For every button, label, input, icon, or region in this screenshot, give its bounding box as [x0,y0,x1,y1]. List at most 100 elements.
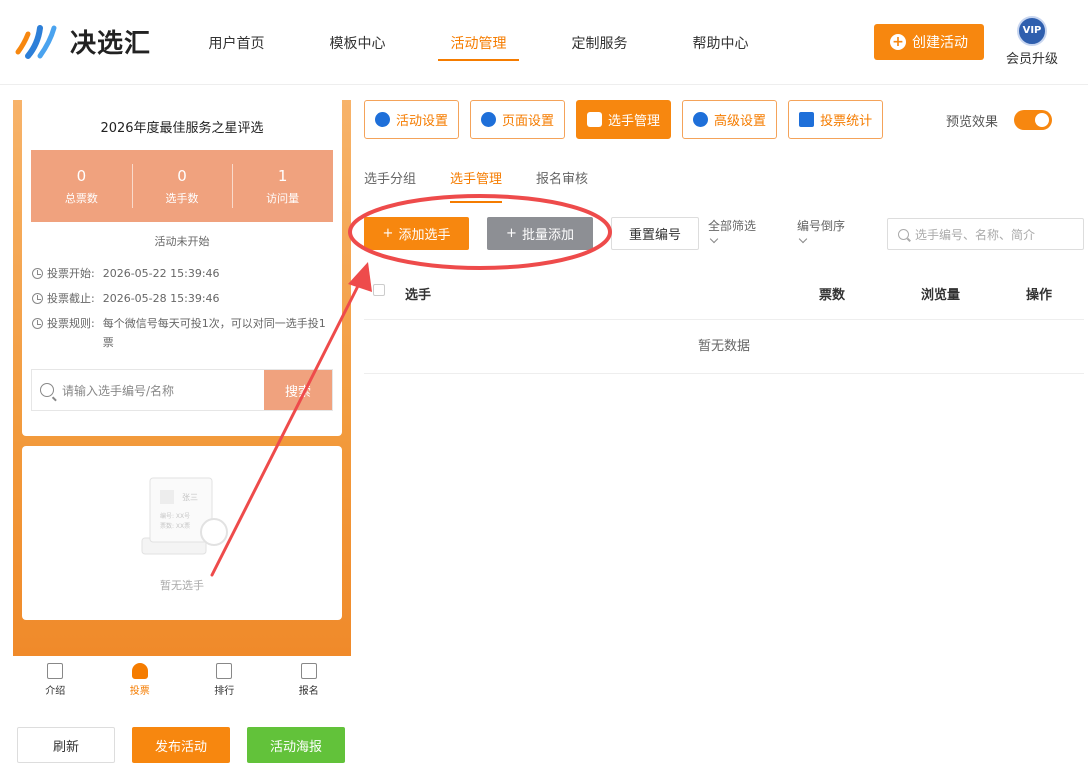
sort-dropdown[interactable]: 编号倒序 [797,219,846,244]
stat-total-votes: 0 总票数 [31,150,132,222]
mobile-tab-vote[interactable]: 投票 [98,656,183,704]
stat-contestants: 0 选手数 [131,150,233,222]
mobile-tab-label: 报名 [298,686,319,697]
stat-value: 0 [177,166,187,185]
stat-label: 总票数 [64,191,98,205]
vote-rule-row: 投票规则: 每个微信号每天可投1次，可以对同一选手投1票 [32,314,330,352]
tab-label: 投票统计 [820,114,873,129]
subtab-contestants[interactable]: 选手管理 [450,168,503,203]
column-votes: 票数 [819,288,846,303]
tab-contestant-management[interactable]: 选手管理 [576,100,672,139]
mobile-tab-intro[interactable]: 介绍 [13,656,98,704]
nav-activity-management[interactable]: 活动管理 [418,0,539,85]
mobile-tab-label: 排行 [214,686,235,697]
create-activity-label: 创建活动 [912,35,968,51]
signup-icon [300,663,317,679]
search-placeholder: 请输入选手编号/名称 [62,383,175,398]
preview-toggle[interactable] [1014,110,1053,130]
stat-label: 访问量 [266,191,300,205]
vip-badge-icon: VIP [1017,16,1047,46]
bar-chart-icon [216,663,233,679]
tab-vote-statistics[interactable]: 投票统计 [788,100,884,139]
vip-upgrade-label: 会员升级 [1005,52,1058,67]
info-key: 投票规则: [47,317,95,330]
activity-status: 活动未开始 [154,235,210,248]
preview-effect-label: 预览效果 [946,114,999,130]
table-empty-state: 暂无数据 [364,320,1084,374]
logo[interactable]: 决选汇 [14,22,151,60]
mobile-tab-label: 投票 [129,686,150,697]
activity-title: 2026年度最佳服务之星评选 [100,121,264,136]
search-icon [898,228,909,240]
contestant-search-input[interactable]: 请输入选手编号/名称 [32,370,264,410]
search-button[interactable]: 搜索 [264,370,332,410]
batch-add-button[interactable]: + 批量添加 [487,217,593,250]
reset-numbers-button[interactable]: 重置编号 [611,217,699,250]
sort-label: 编号倒序 [797,219,846,233]
tab-label: 选手管理 [608,114,661,129]
add-contestant-label: 添加选手 [398,228,451,243]
contestant-sub-tabs: 选手分组 选手管理 报名审核 [364,168,588,203]
nav-templates[interactable]: 模板中心 [297,0,418,85]
tab-label: 活动设置 [396,114,449,129]
subtab-groups[interactable]: 选手分组 [364,168,416,197]
illus-name: 张三 [182,493,198,502]
table-header: 选手 票数 浏览量 操作 [364,264,1084,320]
plus-icon: + [506,226,517,241]
activity-info-card: 2026年度最佳服务之星评选 0 总票数 0 选手数 1 访问量 活动未开始 投… [22,100,342,436]
settings-tabs: 活动设置 页面设置 选手管理 高级设置 投票统计 [364,100,884,139]
contestant-toolbar: + 添加选手 + 批量添加 重置编号 全部筛选 编号倒序 选手编号、名称、简介 [364,217,1084,251]
users-icon [587,112,603,127]
info-circle-icon [32,318,43,329]
mobile-preview: 2026年度最佳服务之星评选 0 总票数 0 选手数 1 访问量 活动未开始 投… [13,100,351,656]
logo-text: 决选汇 [70,28,152,59]
publish-activity-button[interactable]: 发布活动 [132,727,230,763]
stat-value: 1 [277,166,288,185]
activity-poster-button[interactable]: 活动海报 [247,727,345,763]
stats-bar: 0 总票数 0 选手数 1 访问量 [31,150,333,222]
empty-contestants-text: 暂无选手 [160,579,204,592]
tab-label: 高级设置 [714,114,767,129]
nav-custom-service[interactable]: 定制服务 [539,0,660,85]
column-contestant: 选手 [405,288,432,303]
doc-icon [47,663,64,679]
contestant-list-card: 张三 编号: XX号 票数: XX票 暂无选手 [22,446,342,620]
contestant-filter-search[interactable]: 选手编号、名称、简介 [887,218,1084,250]
tab-advanced-settings[interactable]: 高级设置 [682,100,778,139]
tab-activity-settings[interactable]: 活动设置 [364,100,460,139]
refresh-button[interactable]: 刷新 [17,727,115,763]
mobile-tab-ranking[interactable]: 排行 [182,656,267,704]
stats-icon [799,112,815,127]
tab-label: 页面设置 [502,114,555,129]
mobile-tab-bar: 介绍 投票 排行 报名 [13,656,351,704]
create-activity-button[interactable]: + 创建活动 [874,24,984,60]
tab-page-settings[interactable]: 页面设置 [470,100,566,139]
main-nav: 用户首页 模板中心 活动管理 定制服务 帮助中心 [176,0,781,85]
subtab-signup-review[interactable]: 报名审核 [536,168,588,197]
plus-icon: + [382,226,394,241]
contestant-search: 请输入选手编号/名称 搜索 [31,369,333,411]
empty-contestant-illustration: 张三 编号: XX号 票数: XX票 [141,477,228,555]
gear-icon [481,112,497,127]
info-value: 2026-05-28 15:39:46 [102,292,220,305]
column-views: 浏览量 [921,288,961,303]
add-contestant-button[interactable]: + 添加选手 [364,217,469,250]
info-value: 2026-05-22 15:39:46 [102,267,220,280]
nav-help[interactable]: 帮助中心 [660,0,781,85]
preview-actions: 刷新 发布活动 活动海报 [17,727,345,763]
logo-mark-icon [15,25,57,59]
filter-search-placeholder: 选手编号、名称、简介 [915,227,1036,242]
sliders-icon [693,112,709,127]
nav-home[interactable]: 用户首页 [176,0,297,85]
mobile-tab-signup[interactable]: 报名 [267,656,352,704]
select-all-checkbox[interactable] [373,284,385,296]
clock-icon [32,293,43,304]
illus-line2: 票数: XX票 [160,522,190,530]
star-icon [375,112,390,127]
chevron-down-icon [798,234,808,244]
batch-add-label: 批量添加 [521,228,574,243]
stat-visits: 1 访问量 [232,150,333,222]
search-icon [40,383,54,397]
filter-dropdown[interactable]: 全部筛选 [708,219,756,244]
vip-upgrade[interactable]: VIP 会员升级 [1004,16,1060,67]
